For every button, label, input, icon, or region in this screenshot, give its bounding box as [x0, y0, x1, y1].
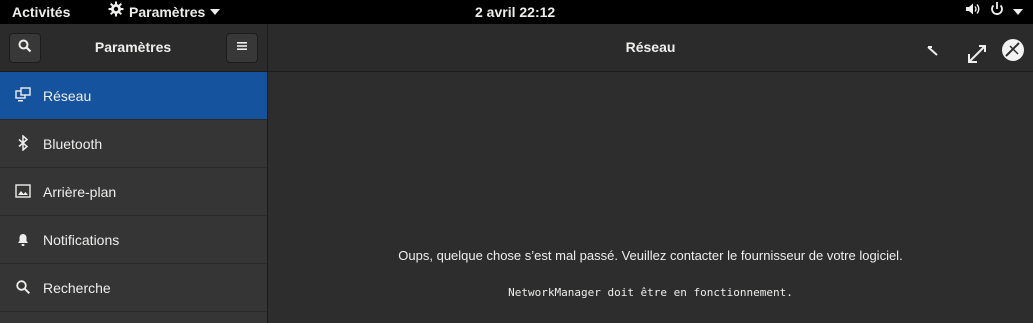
clock[interactable]: 2 avril 22:12	[475, 0, 555, 24]
sidebar-item-label: Notifications	[43, 231, 120, 248]
app-menu-button[interactable]: Paramètres	[108, 0, 221, 24]
activities-button[interactable]: Activités	[12, 0, 70, 24]
sidebar-item-label: Réseau	[43, 87, 92, 104]
hamburger-menu-icon	[236, 39, 248, 57]
sidebar-item-notifications[interactable]: Notifications	[0, 216, 267, 264]
panel-title: Réseau	[625, 39, 676, 55]
network-icon	[15, 87, 31, 103]
volume-icon	[965, 0, 981, 24]
top-bar: Activités Paramètres 2 avril 22:12	[0, 0, 1033, 24]
error-message: Oups, quelque chose s’est mal passé. Veu…	[398, 248, 903, 263]
system-status-area[interactable]	[965, 0, 1023, 24]
power-icon	[989, 0, 1005, 24]
sidebar-item-bluetooth[interactable]: Bluetooth	[0, 120, 267, 168]
sidebar: Réseau Bluetooth Arrière-plan Notificati…	[0, 72, 268, 323]
window-icons[interactable]	[1000, 38, 1026, 67]
gear-icon	[108, 0, 124, 24]
sidebar-item-label: Recherche	[43, 279, 111, 296]
app-menu-label: Paramètres	[129, 4, 206, 20]
chevron-down-icon	[210, 9, 221, 15]
main-panel: Oups, quelque chose s’est mal passé. Veu…	[268, 72, 1033, 323]
header-bar: Paramètres Réseau	[0, 24, 1033, 72]
sidebar-title: Paramètres	[94, 39, 172, 55]
search-button[interactable]	[9, 33, 41, 63]
window-icons[interactable]	[925, 41, 941, 62]
window-icons[interactable]	[967, 44, 987, 69]
bluetooth-icon	[15, 135, 31, 151]
sidebar-item-label: Arrière-plan	[43, 183, 117, 200]
chevron-down-icon	[1013, 9, 1023, 15]
sidebar-header: Paramètres	[0, 24, 268, 71]
image-icon	[15, 183, 31, 199]
search-icon	[15, 279, 31, 295]
search-icon	[18, 39, 32, 58]
sidebar-item-recherche[interactable]: Recherche	[0, 264, 267, 312]
menu-button[interactable]	[226, 33, 258, 63]
sidebar-item-arriere-plan[interactable]: Arrière-plan	[0, 168, 267, 216]
sidebar-item-label: Bluetooth	[43, 135, 103, 152]
bell-icon	[15, 231, 31, 247]
error-detail: NetworkManager doit être en fonctionneme…	[508, 286, 793, 299]
sidebar-item-reseau[interactable]: Réseau	[0, 72, 267, 120]
